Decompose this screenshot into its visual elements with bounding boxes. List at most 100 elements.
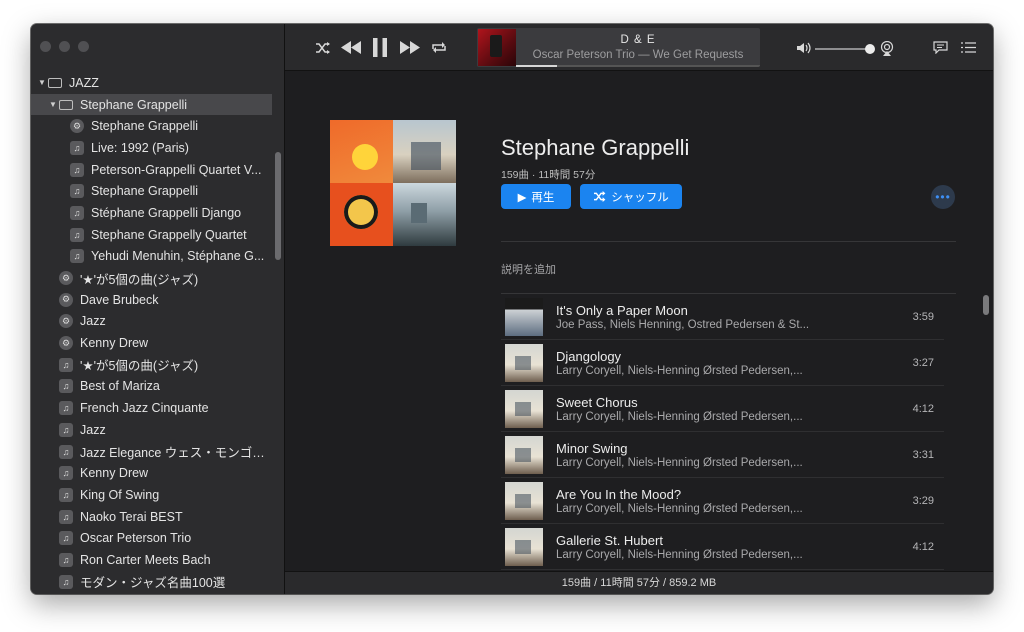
sidebar-playlist-list: ▼ JAZZ ▼ Stephane Grappelli ⚙ Stephane Grappe… [31,72,272,593]
playlist-icon: ♫ [59,357,73,372]
close-window-button[interactable] [40,41,51,52]
volume-slider-thumb[interactable] [865,44,875,54]
artwork-tile [330,120,393,183]
sidebar-item-label: JAZZ [69,75,99,90]
track-row[interactable]: Are You In the Mood? Larry Coryell, Niels… [501,478,944,524]
add-description-field[interactable]: 説明を追加 [501,261,556,277]
sidebar-item-label: Live: 1992 (Paris) [91,140,189,155]
smart-playlist-icon: ⚙ [59,314,73,329]
play-button[interactable]: ▶ 再生 [501,184,571,209]
track-duration: 4:12 [912,541,934,553]
now-playing-artwork[interactable] [478,29,516,66]
sidebar-item[interactable]: ♫ Stephane Grappelli [31,180,272,202]
track-row[interactable]: Minor Swing Larry Coryell, Niels-Henning … [501,432,944,478]
track-artist: Larry Coryell, Niels-Henning Ørsted Pede… [556,411,803,423]
track-duration: 4:12 [912,403,934,415]
sidebar-item[interactable]: ♫ Jazz [31,419,272,441]
track-artist: Joe Pass, Niels Henning, Ostred Pedersen… [556,319,810,331]
sidebar-item[interactable]: ♫ Best of Mariza [31,376,272,398]
track-artwork [505,390,543,428]
sidebar-item[interactable]: ♫ モダン・ジャズ名曲100選 [31,571,272,593]
sidebar-item[interactable]: ♫ Peterson-Grappelli Quartet V... [31,159,272,181]
now-playing-display[interactable]: D & E Oscar Peterson Trio — We Get Reque… [477,28,760,67]
playlist-view: Stephane Grappelli 159曲 · 11時間 57分 ▶ 再生 … [285,71,993,594]
track-list-scrollbar[interactable] [983,295,989,315]
sidebar-item[interactable]: ♫ Naoko Terai BEST [31,506,272,528]
up-next-list-icon[interactable] [961,42,976,53]
sidebar-item[interactable]: ♫ Stéphane Grappelli Django [31,202,272,224]
track-row[interactable]: Sweet Chorus Larry Coryell, Niels-Henning… [501,386,944,432]
sidebar-item[interactable]: ⚙ Dave Brubeck [31,289,272,311]
track-name: Sweet Chorus [556,395,638,410]
disclosure-triangle-icon[interactable]: ▼ [36,78,48,87]
play-button-label: 再生 [531,191,555,204]
track-row[interactable]: Djangology Larry Coryell, Niels-Henning Ø… [501,340,944,386]
sidebar-item-label: Stephane Grappelli [80,97,188,112]
sidebar-item[interactable]: ♫ '★'が5個の曲(ジャズ) [31,354,272,376]
pause-icon[interactable] [373,38,387,57]
playlist-icon: ♫ [59,466,73,481]
playlist-icon: ♫ [70,140,84,155]
sidebar-item-label: Kenny Drew [80,466,149,481]
sidebar-item[interactable]: ♫ Ron Carter Meets Bach [31,549,272,571]
sidebar-item[interactable]: ♫ Kenny Drew [31,462,272,484]
sidebar-item-label: モダン・ジャズ名曲100選 [80,576,226,591]
sidebar-item-label: Dave Brubeck [80,292,159,307]
sidebar-item[interactable]: ⚙ Jazz [31,311,272,333]
sidebar-item[interactable]: ♫ Live: 1992 (Paris) [31,137,272,159]
shuffle-button-label: シャッフル [611,191,669,204]
playback-progress-bar[interactable] [516,65,760,67]
shuffle-button[interactable]: シャッフル [580,184,682,209]
zoom-window-button[interactable] [78,41,89,52]
more-options-button[interactable]: ••• [931,185,955,209]
sidebar-item[interactable]: ♫ Oscar Peterson Trio [31,527,272,549]
repeat-icon[interactable] [431,41,447,54]
sidebar-item[interactable]: ⚙ Kenny Drew [31,332,272,354]
sidebar-item[interactable]: ♫ Yehudi Menuhin, Stéphane G... [31,246,272,268]
sidebar-scrollbar[interactable] [275,152,281,260]
window-controls [40,41,89,52]
track-row[interactable]: It's Only a Paper Moon Joe Pass, Niels He… [501,294,944,340]
shuffle-icon[interactable] [315,41,331,55]
folder-icon [48,77,62,88]
playlist-icon: ♫ [70,249,84,264]
sidebar-item[interactable]: ▼ JAZZ [31,72,272,94]
sidebar-item-label: '★'が5個の曲(ジャズ) [80,359,199,374]
sidebar-item-label: Best of Mariza [80,379,160,394]
track-duration: 3:27 [912,357,934,369]
playlist-icon: ♫ [70,227,84,242]
playlist-title: Stephane Grappelli [501,135,690,160]
playlist-icon: ♫ [59,574,73,589]
volume-slider[interactable] [815,48,871,50]
airplay-icon[interactable] [880,41,894,56]
artwork-tile [393,183,456,246]
minimize-window-button[interactable] [59,41,70,52]
divider [501,241,956,242]
disclosure-triangle-icon[interactable]: ▼ [47,100,59,109]
playlist-icon: ♫ [59,509,73,524]
track-name: Djangology [556,349,622,364]
playlist-meta: 159曲 · 11時間 57分 [501,169,596,181]
sidebar-item-label: King Of Swing [80,487,160,502]
sidebar-item[interactable]: ⚙ Stephane Grappelli [31,115,272,137]
rewind-icon[interactable] [341,41,361,54]
sidebar-item[interactable]: ⚙ '★'が5個の曲(ジャズ) [31,267,272,289]
sidebar-item-label: '★'が5個の曲(ジャズ) [80,272,199,287]
playback-progress-fill [516,65,558,67]
sidebar-item[interactable]: ♫ Stephane Grappelly Quartet [31,224,272,246]
now-playing-subtitle: Oscar Peterson Trio — We Get Requests [532,49,744,61]
playlist-artwork[interactable] [330,120,456,246]
sidebar-item[interactable]: ▼ Stephane Grappelli [31,93,272,116]
fast-forward-icon[interactable] [400,41,420,54]
track-duration: 3:29 [912,495,934,507]
sidebar-item[interactable]: ♫ French Jazz Cinquante [31,397,272,419]
sidebar-item[interactable]: ♫ Jazz Elegance ウェス・モンゴメ... [31,441,272,463]
sidebar-item-label: Stephane Grappelli [91,184,199,199]
sidebar-item[interactable]: ♫ King Of Swing [31,484,272,506]
now-playing-track: D & E [620,34,656,46]
track-row[interactable]: Gallerie St. Hubert Larry Coryell, Niels-… [501,524,944,570]
ellipsis-icon: ••• [935,190,951,204]
playlist-icon: ♫ [59,531,73,546]
lyrics-icon[interactable] [933,41,948,54]
playlist-icon: ♫ [59,552,73,567]
